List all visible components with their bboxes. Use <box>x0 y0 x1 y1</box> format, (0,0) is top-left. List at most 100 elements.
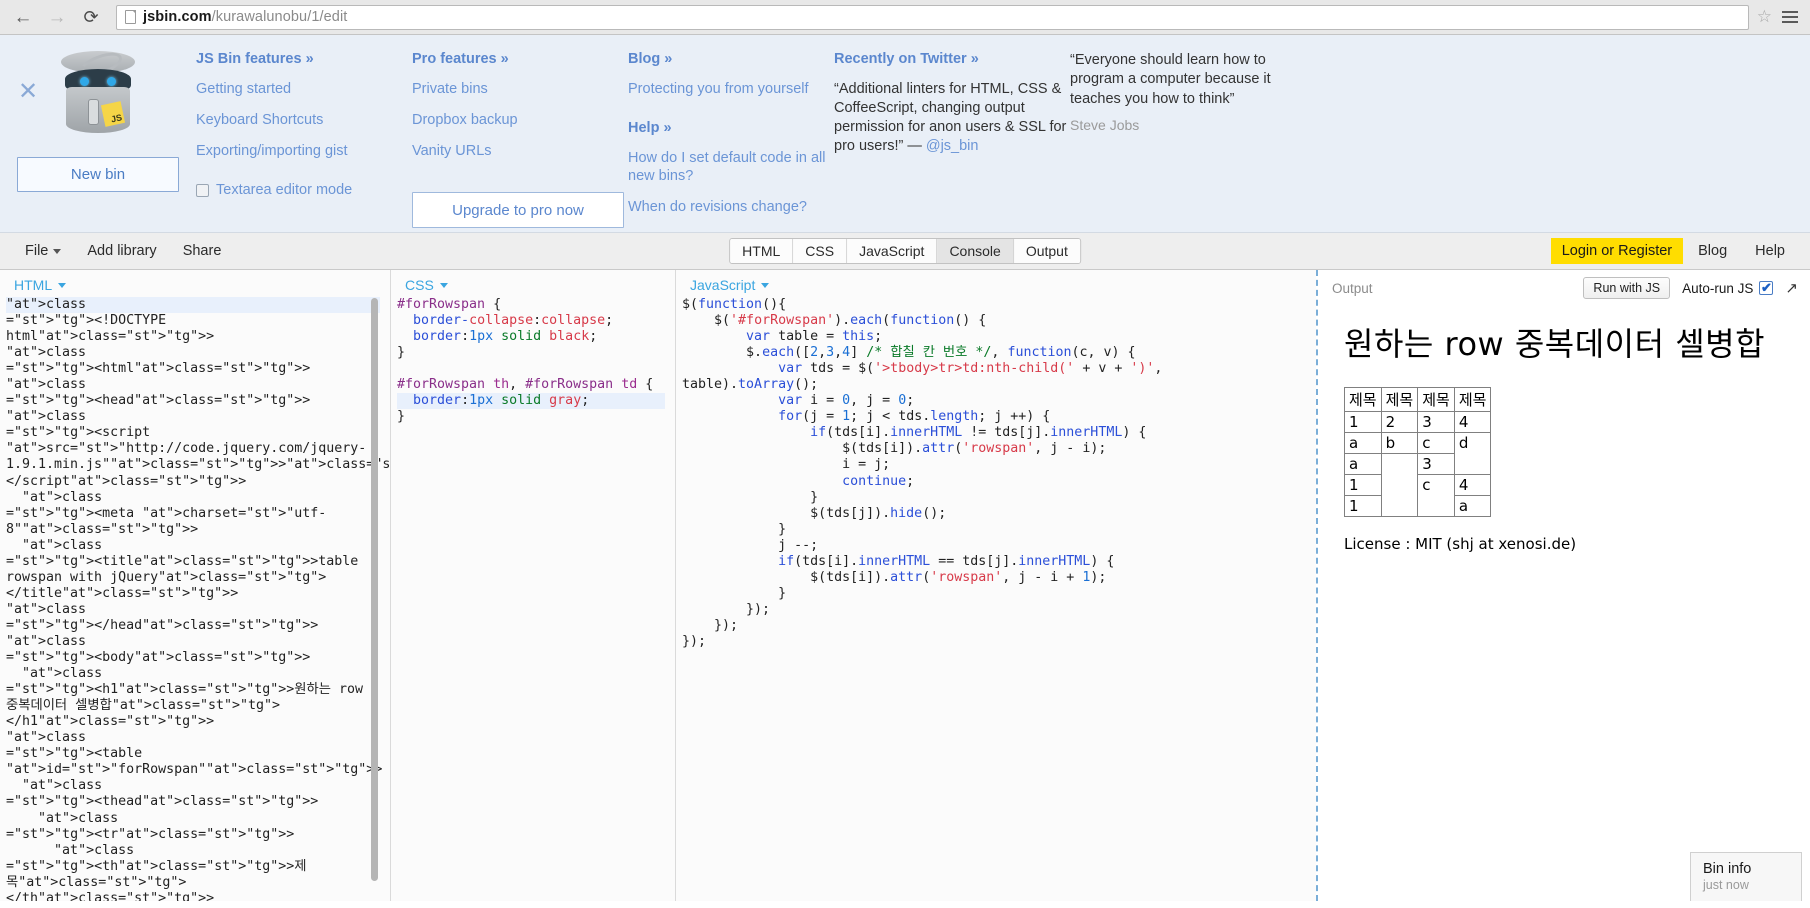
table-cell: 4 <box>1453 411 1492 433</box>
link-default-code-new-bins[interactable]: How do I set default code in all new bin… <box>628 149 834 185</box>
editor-area: HTML "at">class ="st">"tg"><!DOCTYPE html… <box>0 270 1810 901</box>
file-menu-button[interactable]: File <box>12 233 74 269</box>
table-cell: 1 <box>1344 411 1382 433</box>
close-icon[interactable]: ✕ <box>18 80 38 104</box>
table-cell: c <box>1417 432 1455 454</box>
javascript-code-editor[interactable]: $(function(){ $('#forRowspan').each(func… <box>676 297 1316 650</box>
pane-html-label[interactable]: HTML <box>0 270 390 297</box>
bin-info-panel[interactable]: Bin info just now <box>1690 852 1802 901</box>
link-protecting-you-from-yourself[interactable]: Protecting you from yourself <box>628 80 834 98</box>
textarea-editor-mode-label: Textarea editor mode <box>216 182 353 199</box>
table-cell: b <box>1380 432 1419 454</box>
promo-column-twitter: Recently on Twitter » “Additional linter… <box>834 45 1070 232</box>
tab-output[interactable]: Output <box>1013 239 1080 263</box>
link-vanity-urls[interactable]: Vanity URLs <box>412 142 628 160</box>
auto-run-js-checkbox[interactable]: ✔ <box>1759 281 1774 295</box>
twitter-handle-link[interactable]: @js_bin <box>926 138 979 154</box>
textarea-editor-mode-toggle[interactable]: Textarea editor mode <box>196 182 412 198</box>
promo-column-quote: “Everyone should learn how to program a … <box>1070 45 1300 232</box>
promo-left-column: JS New bin <box>0 45 196 232</box>
table-header-cell: 제목 <box>1344 387 1382 412</box>
table-cell: c <box>1417 474 1455 517</box>
quote-text: “Everyone should learn how to program a … <box>1070 52 1271 107</box>
expand-output-icon[interactable]: ↗ <box>1785 279 1798 297</box>
browser-chrome-bar: ← → ⟳ jsbin.com/kurawalunobu/1/edit ☆ <box>0 0 1810 35</box>
blog-link[interactable]: Blog <box>1685 243 1740 259</box>
pane-css: CSS #forRowspan { border-collapse:collap… <box>391 270 676 901</box>
bin-info-title: Bin info <box>1703 861 1752 877</box>
table-cell: 2 <box>1380 411 1419 433</box>
table-cell: 1 <box>1344 474 1382 496</box>
add-library-button[interactable]: Add library <box>74 233 169 269</box>
table-row: 1 c4 <box>1344 474 1492 517</box>
bin-info-timestamp: just now <box>1703 878 1749 892</box>
twitter-heading[interactable]: Recently on Twitter » <box>834 51 1070 67</box>
html-pane-scrollbar[interactable] <box>371 298 378 881</box>
share-button[interactable]: Share <box>170 233 235 269</box>
features-heading[interactable]: JS Bin features » <box>196 51 412 67</box>
pane-output: Output Run with JS Auto-run JS ✔ ↗ 원하는 r… <box>1316 270 1810 901</box>
license-text: License : MIT (shj at xenosi.de) <box>1344 535 1577 553</box>
help-heading[interactable]: Help » <box>628 120 834 136</box>
promo-column-blog: Blog » Protecting you from yourself Help… <box>628 45 834 232</box>
table-cell: 3 <box>1417 411 1455 433</box>
chevron-down-icon <box>53 248 62 254</box>
css-code-editor[interactable]: #forRowspan { border-collapse:collapse; … <box>391 297 675 425</box>
promo-column-features: JS Bin features » Getting started Keyboa… <box>196 45 412 232</box>
output-header: Output Run with JS Auto-run JS ✔ ↗ <box>1318 270 1810 305</box>
quote-author: Steve Jobs <box>1070 116 1140 133</box>
pane-javascript-label-text: JavaScript <box>690 277 756 293</box>
output-body: 원하는 row 중복데이터 셀병합 제목 제목 제목 제목 1 2 3 4 a b c d a 3 1 c 4 1… <box>1318 305 1810 553</box>
reload-icon[interactable]: ⟳ <box>78 4 104 30</box>
link-exporting-importing-gist[interactable]: Exporting/importing gist <box>196 142 412 160</box>
tab-css[interactable]: CSS <box>793 239 848 263</box>
run-with-js-button[interactable]: Run with JS <box>1583 277 1671 299</box>
blog-heading[interactable]: Blog » <box>628 51 834 67</box>
link-when-revisions-change[interactable]: When do revisions change? <box>628 198 834 216</box>
jsbin-robot-logo-icon: JS <box>61 49 135 137</box>
table-cell: d <box>1453 432 1492 475</box>
back-arrow-icon[interactable]: ← <box>10 4 36 30</box>
tab-html[interactable]: HTML <box>730 239 794 263</box>
link-getting-started[interactable]: Getting started <box>196 80 412 98</box>
table-cell: a <box>1344 432 1382 454</box>
auto-run-js-toggle[interactable]: Auto-run JS ✔ <box>1682 280 1774 296</box>
chevron-down-icon <box>58 282 67 288</box>
link-private-bins[interactable]: Private bins <box>412 80 628 98</box>
url-text: jsbin.com/kurawalunobu/1/edit <box>143 9 347 25</box>
tweet-text: “Additional linters for HTML, CSS & Coff… <box>834 80 1070 157</box>
pane-javascript-label[interactable]: JavaScript <box>676 270 1316 297</box>
pro-features-heading[interactable]: Pro features » <box>412 51 628 67</box>
tab-javascript[interactable]: JavaScript <box>847 239 938 263</box>
help-link[interactable]: Help <box>1742 243 1798 259</box>
chevron-down-icon <box>439 282 448 288</box>
table-cell: a <box>1453 495 1492 517</box>
promo-banner: ✕ JS New bin JS Bin features » Getting s… <box>0 35 1810 233</box>
table-header-cell: 제목 <box>1380 387 1419 412</box>
pane-html: HTML "at">class ="st">"tg"><!DOCTYPE html… <box>0 270 391 901</box>
table-row: abcd <box>1344 432 1492 475</box>
chevron-down-icon <box>761 282 770 288</box>
bookmark-star-icon[interactable]: ☆ <box>1757 7 1772 27</box>
page-document-icon <box>125 10 136 24</box>
hamburger-menu-icon[interactable] <box>1780 7 1800 27</box>
file-menu-label: File <box>25 243 49 259</box>
upgrade-to-pro-button[interactable]: Upgrade to pro now <box>412 192 624 229</box>
url-path: /kurawalunobu/1/edit <box>211 9 348 25</box>
html-code-editor[interactable]: "at">class ="st">"tg"><!DOCTYPE html"at">… <box>0 297 390 901</box>
link-dropbox-backup[interactable]: Dropbox backup <box>412 111 628 129</box>
auto-run-js-label: Auto-run JS <box>1682 280 1754 296</box>
pane-css-label-text: CSS <box>405 277 434 293</box>
link-keyboard-shortcuts[interactable]: Keyboard Shortcuts <box>196 111 412 129</box>
output-title: Output <box>1332 280 1373 296</box>
login-or-register-button[interactable]: Login or Register <box>1550 238 1684 264</box>
table-header-cell: 제목 <box>1453 387 1492 412</box>
address-bar[interactable]: jsbin.com/kurawalunobu/1/edit <box>116 4 1749 30</box>
new-bin-button[interactable]: New bin <box>17 157 179 192</box>
forward-arrow-icon[interactable]: → <box>44 4 70 30</box>
output-heading: 원하는 row 중복데이터 셀병합 <box>1344 325 1766 363</box>
pane-css-label[interactable]: CSS <box>391 270 675 297</box>
tab-console[interactable]: Console <box>937 239 1014 263</box>
url-domain: jsbin.com <box>143 9 212 25</box>
textarea-editor-mode-checkbox[interactable] <box>196 183 209 197</box>
